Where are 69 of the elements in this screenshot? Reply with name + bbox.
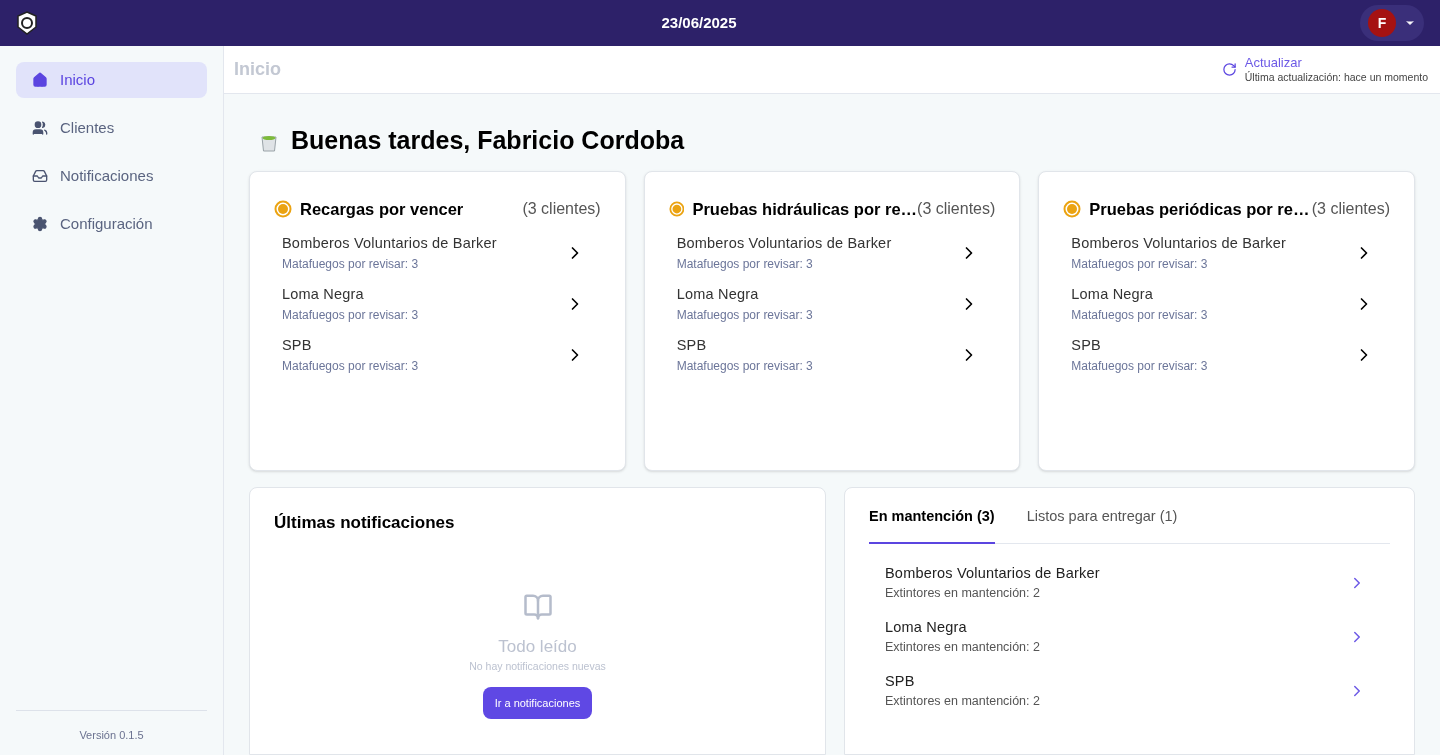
- inbox-icon: [32, 168, 48, 184]
- client-name: Bomberos Voluntarios de Barker: [282, 234, 497, 254]
- client-detail: Extintores en mantención: 2: [885, 693, 1040, 711]
- tab[interactable]: En mantención (3): [869, 506, 995, 544]
- client-name: Bomberos Voluntarios de Barker: [676, 234, 892, 254]
- card-title: Pruebas periódicas por re…: [1089, 199, 1310, 220]
- client-detail: Matafuegos por revisar: 3: [282, 358, 419, 376]
- maintenance-row[interactable]: Bomberos Voluntarios de Barker Extintores en mantención: 2: [869, 555, 1390, 610]
- client-detail: Matafuegos por revisar: 3: [1071, 256, 1209, 274]
- client-detail: Matafuegos por revisar: 3: [676, 256, 814, 274]
- users-icon: [32, 120, 48, 136]
- client-detail: Matafuegos por revisar: 3: [676, 358, 813, 376]
- client-row[interactable]: SPB Matafuegos por revisar: 3: [1063, 329, 1390, 381]
- client-row[interactable]: Loma Negra Matafuegos por revisar: 3: [1063, 278, 1390, 330]
- status-dot-icon: [274, 200, 292, 219]
- notifications-button[interactable]: Ir a notificaciones: [482, 686, 593, 719]
- client-count: (3 clientes): [917, 199, 996, 220]
- refresh-icon: [1221, 62, 1237, 77]
- client-name: SPB: [282, 336, 313, 356]
- client-detail: Matafuegos por revisar: 3: [1071, 358, 1208, 376]
- client-detail: Extintores en mantención: 2: [885, 639, 1040, 657]
- last-update-text: Última actualización: hace un momento: [1244, 71, 1428, 85]
- client-name: Loma Negra: [1071, 285, 1155, 305]
- client-name: SPB: [676, 336, 708, 356]
- date-text: 23/06/2025: [661, 12, 737, 33]
- shield-logo-icon: [16, 11, 38, 35]
- client-name: Loma Negra: [282, 285, 365, 305]
- card-title: Recargas por vencer: [300, 199, 464, 220]
- client-name: Bomberos Voluntarios de Barker: [1071, 234, 1287, 254]
- client-name: Bomberos Voluntarios de Barker: [885, 563, 1100, 583]
- user-avatar: F: [1368, 9, 1396, 37]
- sidebar-item[interactable]: Inicio: [16, 62, 207, 98]
- client-detail: Matafuegos por revisar: 3: [282, 256, 420, 274]
- client-detail: Matafuegos por revisar: 3: [1071, 307, 1208, 325]
- settings-icon: [32, 216, 48, 232]
- home-icon: [32, 72, 48, 88]
- client-name: SPB: [885, 671, 916, 691]
- empty-text: No hay notificaciones nuevas: [469, 659, 606, 674]
- client-detail: Matafuegos por revisar: 3: [676, 307, 813, 325]
- client-row[interactable]: Bomberos Voluntarios de Barker Matafuegos por revisar: 3: [668, 227, 996, 279]
- client-detail: Extintores en mantención: 2: [885, 585, 1041, 603]
- client-name: Loma Negra: [676, 285, 760, 305]
- client-detail: Matafuegos por revisar: 3: [282, 307, 419, 325]
- notifications-title: Últimas notificaciones: [274, 512, 456, 534]
- empty-title: Todo leído: [498, 635, 577, 658]
- sidebar-item[interactable]: Clientes: [16, 110, 207, 146]
- client-name: SPB: [1071, 336, 1102, 356]
- page-title: Inicio: [234, 58, 281, 81]
- version-text: Versión 0.1.5: [79, 727, 144, 743]
- greeting-heading: Buenas tardes, Fabricio Cordoba: [291, 125, 685, 157]
- maintenance-row[interactable]: SPB Extintores en mantención: 2: [869, 663, 1390, 718]
- user-menu-button[interactable]: F: [1360, 5, 1424, 41]
- client-name: Loma Negra: [885, 617, 968, 637]
- tab[interactable]: Listos para entregar (1): [1026, 506, 1178, 544]
- client-row[interactable]: SPB Matafuegos por revisar: 3: [668, 329, 996, 381]
- status-dot-icon: [668, 200, 685, 219]
- client-count: (3 clientes): [522, 199, 601, 220]
- client-row[interactable]: Loma Negra Matafuegos por revisar: 3: [668, 278, 996, 330]
- client-row[interactable]: SPB Matafuegos por revisar: 3: [274, 329, 601, 381]
- client-count: (3 clientes): [1311, 199, 1390, 220]
- refresh-link[interactable]: Actualizar: [1244, 54, 1428, 72]
- sidebar-item[interactable]: Notificaciones: [16, 158, 207, 194]
- status-dot-icon: [1063, 200, 1082, 219]
- client-row[interactable]: Bomberos Voluntarios de Barker Matafuegos por revisar: 3: [274, 227, 601, 279]
- client-row[interactable]: Bomberos Voluntarios de Barker Matafuegos por revisar: 3: [1063, 227, 1390, 279]
- client-row[interactable]: Loma Negra Matafuegos por revisar: 3: [274, 278, 601, 330]
- sidebar-item[interactable]: Configuración: [16, 206, 207, 242]
- card-title: Pruebas hidráulicas por re…: [692, 199, 918, 220]
- maintenance-row[interactable]: Loma Negra Extintores en mantención: 2: [869, 609, 1390, 664]
